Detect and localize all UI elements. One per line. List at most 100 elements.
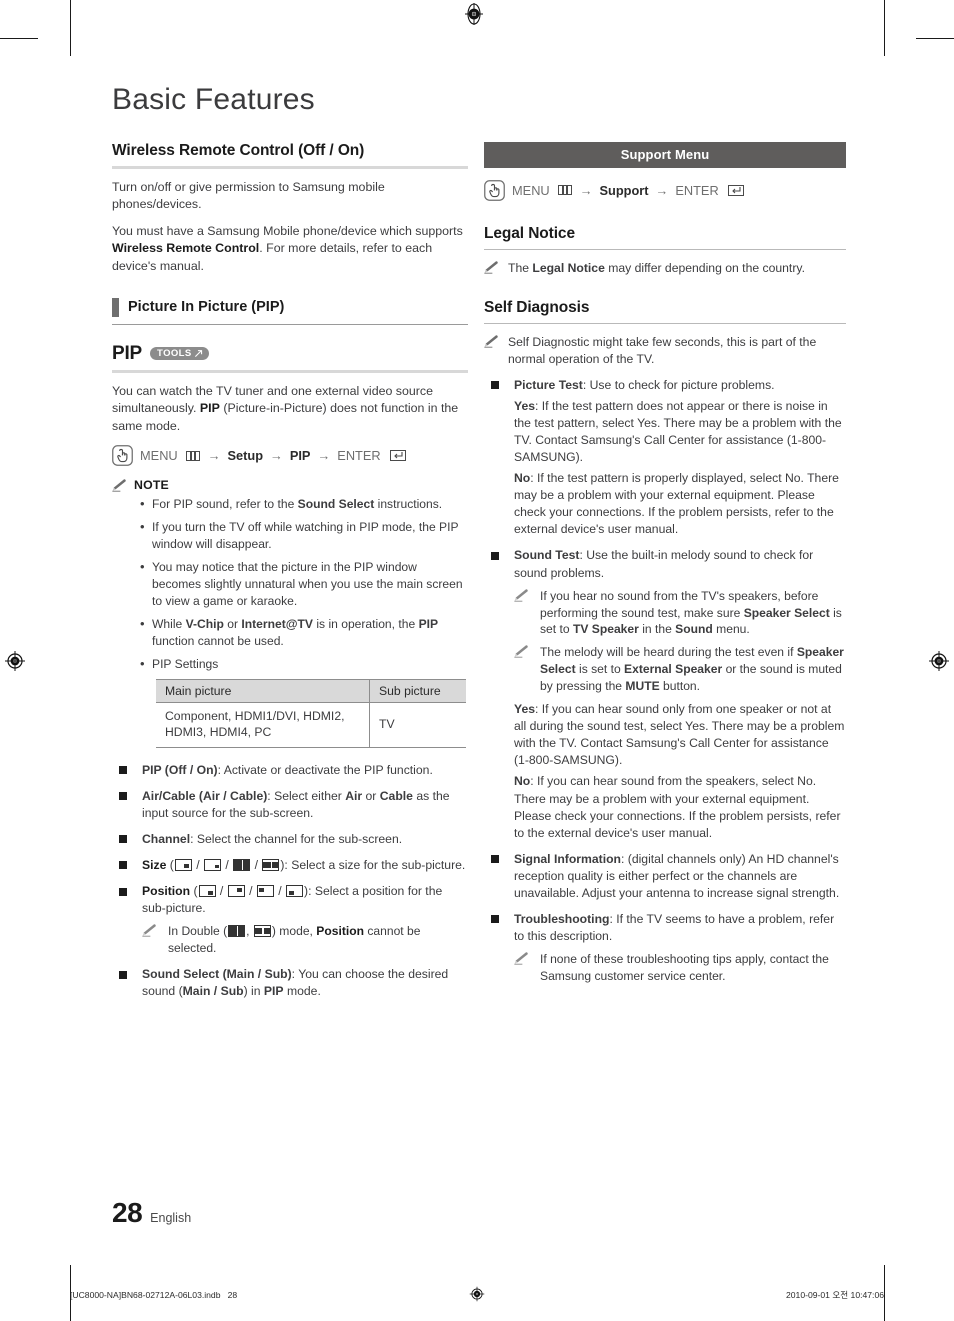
page-content: Basic Features Wireless Remote Control (… xyxy=(112,84,846,1009)
self-diagnosis-list: Picture Test: Use to check for picture p… xyxy=(484,377,846,985)
pencil-note-icon xyxy=(484,334,498,348)
right-column: Support Menu MENU → Support → ENTER Lega… xyxy=(484,141,846,994)
registration-mark-top xyxy=(465,3,483,25)
double-note-mid: ) mode, xyxy=(271,924,317,939)
sound-test-no: No: If you can hear sound from the speak… xyxy=(514,774,841,840)
page-number-block: 28 English xyxy=(112,1197,191,1229)
arrow-2: → xyxy=(655,182,669,198)
menu-label: MENU xyxy=(512,182,550,198)
troubleshooting-note: If none of these troubleshooting tips ap… xyxy=(514,951,846,985)
note-label: NOTE xyxy=(134,478,169,493)
menu-step-support: Support xyxy=(599,182,649,198)
pip-heading: PIP TOOLS xyxy=(112,343,468,365)
crop-mark-left-top xyxy=(0,38,38,39)
double-mode-note: In Double (, ) mode, Position cannot be … xyxy=(142,923,468,957)
arrow-1: → xyxy=(579,182,593,198)
wireless-remote-heading: Wireless Remote Control (Off / On) xyxy=(112,141,365,159)
list-item: You may notice that the picture in the P… xyxy=(140,558,468,610)
list-item-channel: Channel: Select the channel for the sub-… xyxy=(112,831,468,848)
legal-notice-rule xyxy=(484,248,846,250)
position-icons: ( / / / ) xyxy=(193,884,309,898)
list-item-troubleshooting: Troubleshooting: If the TV seems to have… xyxy=(484,911,846,985)
table-header-main-picture: Main picture xyxy=(156,678,370,703)
list-item-position: Position ( / / / ): Select a position fo… xyxy=(112,883,468,957)
menu-grid-icon xyxy=(557,185,572,195)
pip-settings-table: Main picture Sub picture Component, HDMI… xyxy=(156,678,466,748)
colophon: [UC8000-NA]BN68-02712A-06L03.indb 28 201… xyxy=(70,1286,884,1304)
list-item-sound-select: Sound Select (Main / Sub): You can choos… xyxy=(112,966,468,1000)
page-title: Basic Features xyxy=(112,83,315,116)
position-bottom-left-icon xyxy=(286,885,304,897)
sound-test-yes: Yes: If you can hear sound only from one… xyxy=(514,702,845,768)
legal-notice-heading: Legal Notice xyxy=(484,224,575,242)
note-header: NOTE xyxy=(112,478,468,492)
pencil-note-icon xyxy=(514,588,528,602)
pip-intro: You can watch the TV tuner and one exter… xyxy=(112,383,459,433)
press-button-hand-icon xyxy=(484,179,505,201)
support-menu-bar: Support Menu xyxy=(484,141,846,168)
sound-test-note-1-text: If you hear no sound from the TV's speak… xyxy=(540,588,842,637)
position-bottom-right-icon xyxy=(198,885,216,897)
size-label: Size xyxy=(142,857,167,872)
pencil-note-icon xyxy=(514,952,528,965)
list-item-pip-off-on: PIP (Off / On): Activate or deactivate t… xyxy=(112,762,468,779)
size-double-flat-icon xyxy=(262,858,280,871)
list-item: For PIP sound, refer to the Sound Select… xyxy=(140,495,468,513)
pip-options-list: PIP (Off / On): Activate or deactivate t… xyxy=(112,762,468,1001)
troubleshooting-main: Troubleshooting: If the TV seems to have… xyxy=(514,911,835,944)
table-header-sub-picture: Sub picture xyxy=(369,678,466,703)
wireless-paragraph-1: Turn on/off or give permission to Samsun… xyxy=(112,179,385,212)
sound-test-note-2-text: The melody will be heard during the test… xyxy=(540,645,844,694)
self-diagnosis-rule xyxy=(484,322,846,324)
pencil-note-icon xyxy=(514,645,528,658)
legal-notice-text: The Legal Notice may differ depending on… xyxy=(508,260,805,275)
colophon-registration-mark xyxy=(469,1286,485,1304)
tools-badge: TOOLS xyxy=(150,346,209,361)
pip-note-list: For PIP sound, refer to the Sound Select… xyxy=(112,495,468,673)
list-item-air-cable: Air/Cable (Air / Cable): Select either A… xyxy=(112,788,468,822)
crop-mark-bottom-right xyxy=(884,1265,885,1321)
troubleshooting-note-text: If none of these troubleshooting tips ap… xyxy=(540,952,829,984)
manual-page: Basic Features Wireless Remote Control (… xyxy=(0,0,954,1321)
subheading-rule xyxy=(112,323,468,325)
position-label: Position xyxy=(142,884,191,898)
pip-heading-rule xyxy=(112,369,468,373)
registration-mark-bottom-icon xyxy=(469,1286,485,1302)
sound-test-note-2: The melody will be heard during the test… xyxy=(514,644,846,695)
two-column-layout: Wireless Remote Control (Off / On) Turn … xyxy=(112,141,846,1010)
table-cell-sub-source: TV xyxy=(369,702,466,748)
list-item-size: Size ( / / / ): Select a size for the su… xyxy=(112,857,468,874)
page-language: English xyxy=(150,1211,192,1225)
size-icons: ( / / / ) xyxy=(169,857,285,872)
pencil-note-icon xyxy=(112,479,126,492)
pip-subheading-label: Picture In Picture (PIP) xyxy=(128,299,285,316)
menu-step-pip: PIP xyxy=(289,448,311,464)
double-wide-icon xyxy=(228,925,246,938)
crop-mark-top-right xyxy=(884,0,885,56)
colophon-timestamp: 2010-09-01 오전 10:47:06 xyxy=(786,1290,884,1300)
menu-step-setup: Setup xyxy=(227,448,264,464)
sound-test-main: Sound Test: Use the built-in melody soun… xyxy=(514,548,814,580)
enter-key-icon xyxy=(727,184,744,196)
enter-label: ENTER xyxy=(337,448,381,464)
size-description: : Select a size for the sub-picture. xyxy=(284,857,466,872)
support-menu-path: MENU → Support → ENTER xyxy=(484,179,846,201)
position-top-left-icon xyxy=(256,885,274,897)
picture-test-no: No: If the test pattern is properly disp… xyxy=(514,471,839,537)
tools-arrow-icon xyxy=(194,350,202,358)
list-item: If you turn the TV off while watching in… xyxy=(140,518,468,553)
list-item-picture-test: Picture Test: Use to check for picture p… xyxy=(484,377,846,539)
pencil-note-icon xyxy=(142,924,156,937)
self-diagnosis-top-note-text: Self Diagnostic might take few seconds, … xyxy=(508,334,817,366)
pencil-note-icon xyxy=(484,260,498,274)
menu-grid-icon xyxy=(185,450,200,461)
self-diagnosis-top-note: Self Diagnostic might take few seconds, … xyxy=(484,334,846,368)
pip-menu-path: MENU → Setup → PIP → ENTER xyxy=(112,445,468,467)
list-item: PIP Settings xyxy=(140,655,468,673)
pip-heading-label: PIP xyxy=(112,342,143,364)
size-double-wide-icon xyxy=(233,858,251,871)
size-smaller-icon xyxy=(204,858,222,871)
left-column: Wireless Remote Control (Off / On) Turn … xyxy=(112,142,468,1010)
wireless-paragraph-2: You must have a Samsung Mobile phone/dev… xyxy=(112,223,463,273)
page-number: 28 xyxy=(112,1197,143,1228)
